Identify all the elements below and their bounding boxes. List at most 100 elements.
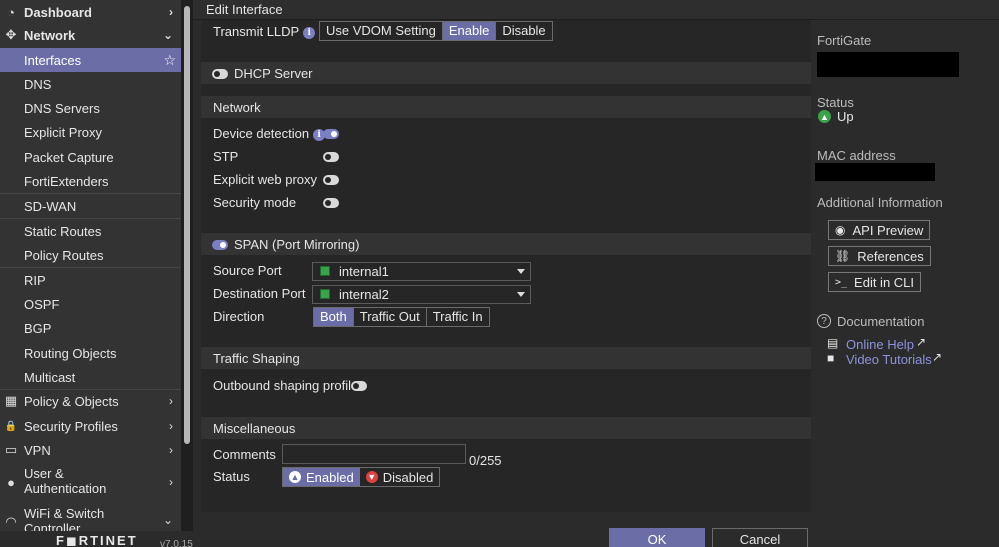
explicit-web-proxy-toggle[interactable] xyxy=(323,175,339,185)
sidebar-item-label: Explicit Proxy xyxy=(24,124,103,140)
status-info-label: Status xyxy=(817,95,854,110)
sidebar-item-label: OSPF xyxy=(24,296,60,312)
policy-objects-icon: ▦ xyxy=(4,393,18,408)
info-icon[interactable]: i xyxy=(303,26,316,39)
video-icon: ■ xyxy=(827,351,835,365)
explicit-web-proxy-label: Explicit web proxy xyxy=(213,172,318,187)
direction-traffic-out-option[interactable]: Traffic Out xyxy=(353,308,427,326)
port-icon xyxy=(320,289,330,299)
sidebar-item-interfaces[interactable]: Interfaces ☆ xyxy=(0,48,181,72)
network-section-title: Network xyxy=(213,99,261,115)
sidebar-item-sd-wan[interactable]: SD-WAN xyxy=(0,194,181,218)
sidebar-item-packet-capture[interactable]: Packet Capture xyxy=(0,145,181,169)
sidebar-scrollbar[interactable] xyxy=(181,0,193,547)
fortigate-label: FortiGate xyxy=(817,33,872,48)
status-enabled-label: Enabled xyxy=(306,469,354,485)
sidebar-item-user-authentication[interactable]: ● User & Authentication › xyxy=(0,465,181,497)
lldp-enable-option[interactable]: Enable xyxy=(442,22,497,40)
sidebar-item-label: Static Routes xyxy=(24,223,102,239)
sidebar-item-static-routes[interactable]: Static Routes xyxy=(0,219,181,243)
source-port-select[interactable]: internal1 xyxy=(312,262,531,281)
sidebar-item-policy-objects[interactable]: ▦ Policy & Objects › xyxy=(0,389,181,413)
sidebar-item-multicast[interactable]: Multicast xyxy=(0,365,181,389)
transmit-lldp-text: Transmit LLDP xyxy=(213,24,300,39)
status-up-icon: ▲ xyxy=(818,110,831,123)
outbound-shaping-label: Outbound shaping profile xyxy=(213,378,359,393)
sidebar-item-vpn[interactable]: ▭ VPN › xyxy=(0,438,181,462)
mac-address-label: MAC address xyxy=(817,148,896,163)
stp-label: STP xyxy=(213,149,239,164)
scrollbar-thumb[interactable] xyxy=(184,6,190,444)
video-tutorials-link[interactable]: Video Tutorials xyxy=(846,352,932,367)
arrow-up-icon: ▲ xyxy=(289,471,301,483)
ok-button[interactable]: OK xyxy=(609,528,705,547)
status-enabled-option[interactable]: ▲ Enabled xyxy=(283,468,360,486)
redacted-mac-address xyxy=(815,163,935,181)
sidebar-item-policy-routes[interactable]: Policy Routes xyxy=(0,243,181,267)
span-section: SPAN (Port Mirroring) xyxy=(201,233,811,255)
comments-field[interactable] xyxy=(282,444,466,464)
comments-counter: 0/255 xyxy=(469,453,502,468)
sidebar-item-routing-objects[interactable]: Routing Objects xyxy=(0,341,181,365)
device-detection-text: Device detection xyxy=(213,126,310,141)
sidebar-item-security-profiles[interactable]: 🔒 Security Profiles › xyxy=(0,414,181,438)
sidebar-item-fortiextenders[interactable]: FortiExtenders xyxy=(0,169,181,193)
security-mode-label: Security mode xyxy=(213,195,297,210)
caret-down-icon xyxy=(517,269,525,274)
sidebar-item-label: RIP xyxy=(24,272,46,288)
device-detection-toggle[interactable] xyxy=(323,129,339,139)
sidebar-item-label: Policy Routes xyxy=(24,247,104,263)
transmit-lldp-label: Transmit LLDP i xyxy=(213,24,316,39)
transmit-lldp-selector: Use VDOM Setting Enable Disable xyxy=(319,21,553,41)
sidebar-item-bgp[interactable]: BGP xyxy=(0,316,181,340)
monitor-icon: ▭ xyxy=(4,442,18,457)
outbound-shaping-toggle[interactable] xyxy=(351,381,367,391)
status-disabled-label: Disabled xyxy=(382,469,434,485)
sidebar-item-dns-servers[interactable]: DNS Servers xyxy=(0,96,181,120)
sidebar-item-label: Network xyxy=(24,27,76,43)
traffic-shaping-section-header: Traffic Shaping xyxy=(201,347,811,369)
stp-toggle[interactable] xyxy=(323,152,339,162)
security-mode-toggle[interactable] xyxy=(323,198,339,208)
sidebar-item-dns[interactable]: DNS xyxy=(0,72,181,96)
sidebar-item-ospf[interactable]: OSPF xyxy=(0,292,181,316)
redacted-fortigate-name xyxy=(817,52,959,77)
external-link-icon[interactable]: ↗ xyxy=(932,350,942,364)
lldp-use-vdom-option[interactable]: Use VDOM Setting xyxy=(320,22,443,40)
span-toggle[interactable] xyxy=(212,240,228,250)
book-icon: ▤ xyxy=(827,336,839,350)
sidebar-item-label: User & xyxy=(24,466,64,481)
sidebar-item-dashboard[interactable]: ◔ Dashboard › xyxy=(0,0,181,24)
additional-info-label: Additional Information xyxy=(817,195,943,210)
external-link-icon[interactable]: ↗ xyxy=(916,335,926,349)
arrow-down-icon: ▼ xyxy=(365,471,378,483)
misc-title: Miscellaneous xyxy=(213,420,296,436)
sidebar-item-label: Interfaces xyxy=(24,52,82,68)
edit-in-cli-button[interactable]: >_ Edit in CLI xyxy=(828,272,922,292)
cancel-button[interactable]: Cancel xyxy=(712,528,808,547)
status-disabled-option[interactable]: ▼ Disabled xyxy=(360,468,440,486)
destination-port-label: Destination Port xyxy=(213,286,306,301)
direction-traffic-in-option[interactable]: Traffic In xyxy=(426,308,489,326)
online-help-link[interactable]: Online Help xyxy=(846,337,914,352)
sidebar-item-label-2: Authentication xyxy=(24,481,107,496)
api-preview-button[interactable]: ◉ API Preview xyxy=(828,220,931,240)
dhcp-server-toggle[interactable] xyxy=(212,69,228,79)
sidebar-item-network[interactable]: ✥ Network ⌄ xyxy=(0,23,181,47)
sidebar-item-label: FortiExtenders xyxy=(24,173,109,189)
sidebar-item-explicit-proxy[interactable]: Explicit Proxy xyxy=(0,120,181,144)
chevron-right-icon: › xyxy=(169,443,173,457)
chevron-down-icon: ⌄ xyxy=(162,513,173,527)
references-button[interactable]: ⛓ References xyxy=(828,246,931,266)
sidebar-item-rip[interactable]: RIP xyxy=(0,268,181,292)
star-icon[interactable]: ☆ xyxy=(163,52,176,69)
destination-port-select[interactable]: internal2 xyxy=(312,285,531,304)
sidebar-item-label: VPN xyxy=(24,442,51,458)
sidebar-item-label: DNS xyxy=(24,76,52,92)
lldp-disable-option[interactable]: Disable xyxy=(496,22,552,40)
fortinet-logo: F◼RTINET xyxy=(56,533,138,547)
direction-both-option[interactable]: Both xyxy=(314,308,354,326)
terminal-icon: >_ xyxy=(835,276,848,288)
network-section-header: Network xyxy=(201,96,811,118)
status-label: Status xyxy=(213,469,250,484)
